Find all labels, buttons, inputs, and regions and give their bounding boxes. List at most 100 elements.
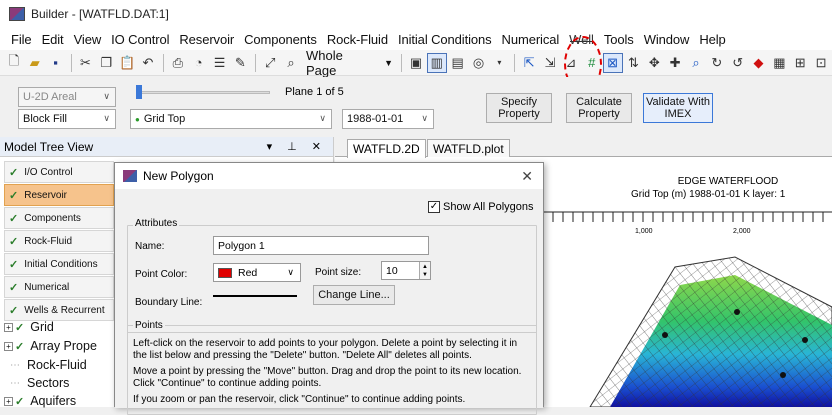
copy-icon[interactable]: ❐ <box>96 53 116 73</box>
fill-select[interactable]: Block Fill ∨ <box>18 109 116 129</box>
tree-item-aquifers[interactable]: + ✓ Aquifers <box>4 394 76 408</box>
pan-icon[interactable]: ✥ <box>644 53 664 73</box>
spin-arrows-icon[interactable]: ▲ ▼ <box>419 262 430 279</box>
plane-slider-thumb[interactable] <box>136 85 142 99</box>
zoom-select-value: Whole Page <box>305 47 343 78</box>
tree-item-sectors[interactable]: ⋯ Sectors <box>10 376 69 390</box>
expand-icon[interactable]: + <box>4 322 13 332</box>
well-icon[interactable]: ◆ <box>749 53 769 73</box>
grid-view-icon[interactable]: ▥ <box>426 52 447 73</box>
edit-block-icon[interactable]: ⇲ <box>540 53 560 73</box>
menu-view[interactable]: View <box>69 32 107 47</box>
point-size-stepper[interactable]: 10 ▲ ▼ <box>381 261 431 280</box>
tree-item-rock-fluid[interactable]: ⋯ Rock-Fluid <box>10 358 87 372</box>
nav-components[interactable]: ✓ Components <box>4 207 114 229</box>
plane-slider[interactable] <box>136 91 270 94</box>
properties-icon[interactable]: ☰ <box>210 53 230 73</box>
open-file-icon[interactable]: ▰ <box>25 53 45 73</box>
menu-initial-conditions[interactable]: Initial Conditions <box>393 32 497 47</box>
check-icon: ✓ <box>9 304 19 317</box>
reset-icon[interactable]: ◔ <box>189 53 209 73</box>
polygon-tool-icon[interactable]: ⊠ <box>602 52 623 73</box>
nav-rock-fluid[interactable]: ✓ Rock-Fluid <box>4 230 114 252</box>
paste-icon[interactable]: 📋 <box>117 53 137 73</box>
document-tabs: WATFLD.2D WATFLD.plot <box>335 137 832 158</box>
menu-io-control[interactable]: IO Control <box>106 32 174 47</box>
nav-numerical[interactable]: ✓ Numerical <box>4 276 114 298</box>
nav-wells-recurrent[interactable]: ✓ Wells & Recurrent <box>4 299 114 321</box>
validate-imex-button[interactable]: Validate With IMEX <box>643 93 713 123</box>
toolbar-separator <box>514 53 516 72</box>
zoom-select[interactable]: Whole Page ▼ <box>304 48 395 78</box>
show-all-polygons-checkbox[interactable]: ✓ Show All Polygons <box>428 201 534 213</box>
hatch-icon[interactable]: ⊞ <box>790 53 810 73</box>
chevron-down-icon: ∨ <box>319 113 326 123</box>
change-line-button[interactable]: Change Line... <box>313 285 395 305</box>
zoom-in-icon[interactable]: ✚ <box>665 53 685 73</box>
nav-io-control[interactable]: ✓ I/O Control <box>4 161 114 183</box>
date-select[interactable]: 1988-01-01 ∨ <box>342 109 434 129</box>
calculate-property-button[interactable]: Calculate Property <box>566 93 632 123</box>
tab-watfld-2d[interactable]: WATFLD.2D <box>347 139 426 158</box>
box-icon[interactable]: ↺ <box>728 53 748 73</box>
grid-edit-icon[interactable]: ▦ <box>769 53 789 73</box>
nav-reservoir[interactable]: ✓ Reservoir <box>4 184 114 206</box>
save-icon[interactable]: ▪ <box>46 53 66 73</box>
new-file-icon[interactable]: 🗋 <box>4 53 24 73</box>
menu-edit[interactable]: Edit <box>37 32 69 47</box>
point-color-select[interactable]: Red ∨ <box>213 263 301 282</box>
title-bar: Builder - [WATFLD.DAT:1] <box>0 0 832 28</box>
dialog-body: ✓ Show All Polygons Attributes Name: Poly… <box>115 189 543 415</box>
instruction-line-5: If you zoom or pan the reservoir, click … <box>133 394 466 405</box>
nav-rock-fluid-label: Rock-Fluid <box>24 235 73 247</box>
reset-view-icon[interactable]: ↻ <box>707 53 727 73</box>
property-select[interactable]: ● Grid Top ∨ <box>130 109 332 129</box>
menu-file[interactable]: File <box>6 32 37 47</box>
pointer-icon[interactable]: ⇱ <box>519 53 539 73</box>
specify-property-button[interactable]: Specify Property <box>486 93 552 123</box>
edit-icon[interactable]: ✎ <box>230 53 250 73</box>
expand-icon[interactable]: + <box>4 396 13 406</box>
well-marker[interactable] <box>662 332 668 338</box>
well-marker[interactable] <box>802 337 808 343</box>
dialog-title-bar: New Polygon <box>115 163 543 189</box>
close-icon[interactable]: ✕ <box>521 168 533 185</box>
menu-numerical[interactable]: Numerical <box>497 32 565 47</box>
tick-label-2000: 2,000 <box>733 228 751 235</box>
tab-watfld-plot[interactable]: WATFLD.plot <box>427 139 510 157</box>
well-marker[interactable] <box>780 372 786 378</box>
tree-item-grid[interactable]: + ✓ Grid <box>4 320 54 334</box>
rotate-icon[interactable]: ⌕ <box>686 53 706 73</box>
menu-reservoir[interactable]: Reservoir <box>174 32 239 47</box>
nav-initial-conditions[interactable]: ✓ Initial Conditions <box>4 253 114 275</box>
menu-rock-fluid[interactable]: Rock-Fluid <box>322 32 393 47</box>
probe-icon[interactable]: ▤ <box>448 53 468 73</box>
chevron-down-icon: ∨ <box>103 113 110 123</box>
menu-components[interactable]: Components <box>239 32 322 47</box>
view-select[interactable]: U-2D Areal ∨ <box>18 87 116 107</box>
menu-help[interactable]: Help <box>694 32 730 47</box>
cut-icon[interactable]: ✂ <box>76 53 96 73</box>
move-icon[interactable]: ⇅ <box>624 53 644 73</box>
page-setup-icon[interactable]: ▣ <box>406 53 426 73</box>
undo-icon[interactable]: ↶ <box>138 53 158 73</box>
panel-controls-icon[interactable]: ▾ ⊥ ✕ <box>267 140 327 153</box>
polygon-name-input[interactable]: Polygon 1 <box>213 236 429 255</box>
print-icon[interactable]: ⎙ <box>168 53 188 73</box>
tool-extra-icon[interactable]: ⊡ <box>811 53 831 73</box>
tree-item-rock-fluid-label: Rock-Fluid <box>27 358 87 372</box>
tree-item-array-properties-label: Array Prope <box>30 339 97 353</box>
menu-window[interactable]: Window <box>639 32 695 47</box>
nav-initial-conditions-label: Initial Conditions <box>24 258 98 270</box>
check-icon: ✓ <box>9 281 19 294</box>
select-icon[interactable]: ◎ <box>469 53 489 73</box>
expand-icon[interactable]: + <box>4 341 13 351</box>
zoom-icon[interactable]: ⌕ <box>281 53 301 73</box>
point-color-value: Red <box>238 266 258 279</box>
extra-icon[interactable]: ▾ <box>489 53 509 73</box>
fit-icon[interactable]: ⤢ <box>260 53 280 73</box>
tree-item-array-properties[interactable]: + ✓ Array Prope <box>4 339 97 353</box>
menu-tools[interactable]: Tools <box>599 32 639 47</box>
tree-item-aquifers-label: Aquifers <box>30 394 77 408</box>
well-marker[interactable] <box>734 309 740 315</box>
